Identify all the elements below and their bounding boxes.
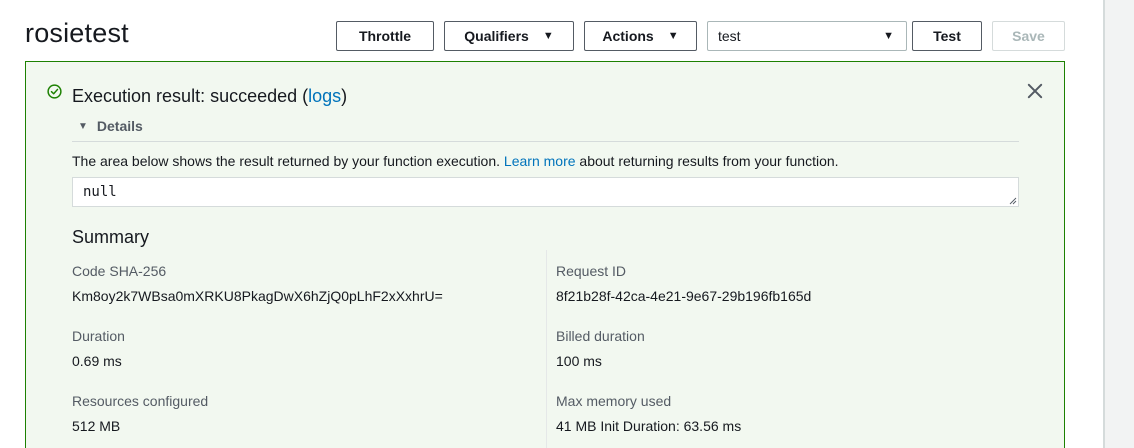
qualifiers-button[interactable]: Qualifiers ▼ — [444, 21, 574, 51]
billed-duration-value: 100 ms — [556, 353, 602, 369]
throttle-button[interactable]: Throttle — [336, 21, 434, 51]
description-text: The area below shows the result returned… — [72, 153, 501, 169]
caret-down-icon: ▼ — [78, 120, 88, 132]
test-event-selected-value: test — [718, 28, 741, 44]
code-sha-value: Km8oy2k7WBsa0mXRKU8PkagDwX6hZjQ0pLhF2xXx… — [72, 288, 443, 304]
check-circle-icon — [47, 84, 62, 99]
panel-border — [1103, 0, 1105, 448]
column-divider — [546, 250, 547, 448]
resources-configured-value: 512 MB — [72, 418, 121, 434]
description-suffix: about returning results from your functi… — [579, 153, 839, 169]
resize-handle-icon[interactable] — [1009, 197, 1017, 205]
max-memory-value: 41 MB Init Duration: 63.56 ms — [556, 418, 742, 434]
page-title: rosietest — [25, 18, 129, 48]
result-heading-suffix: ) — [341, 86, 348, 106]
close-icon[interactable] — [1026, 82, 1044, 100]
qualifiers-button-label: Qualifiers — [464, 28, 529, 44]
save-button[interactable]: Save — [992, 21, 1065, 51]
chevron-down-icon: ▼ — [667, 30, 679, 42]
result-status-text: Execution result: succeeded ( — [72, 86, 309, 106]
chevron-down-icon: ▼ — [883, 30, 894, 42]
page: rosietest Throttle Qualifiers ▼ Actions … — [0, 0, 1134, 448]
details-toggle[interactable]: ▼ Details — [78, 118, 143, 134]
result-output-textarea[interactable]: null — [72, 177, 1019, 207]
save-button-label: Save — [1012, 28, 1045, 44]
divider — [72, 141, 1019, 142]
code-sha-label: Code SHA-256 — [72, 263, 167, 279]
throttle-button-label: Throttle — [358, 28, 412, 44]
details-label: Details — [96, 118, 143, 134]
execution-result-heading: Execution result: succeeded (logs) — [72, 86, 347, 107]
chevron-down-icon: ▼ — [542, 30, 554, 42]
execution-result-panel: Execution result: succeeded (logs) ▼ Det… — [25, 61, 1065, 448]
test-button[interactable]: Test — [912, 21, 982, 51]
request-id-value: 8f21b28f-42ca-4e21-9e67-29b196fb165d — [556, 288, 812, 304]
resources-configured-label: Resources configured — [72, 393, 209, 409]
request-id-label: Request ID — [556, 263, 627, 279]
result-output-value: null — [83, 184, 117, 200]
learn-more-link[interactable]: Learn more — [504, 153, 576, 169]
function-canvas: rosietest Throttle Qualifiers ▼ Actions … — [0, 0, 1103, 448]
result-description: The area below shows the result returned… — [72, 153, 839, 169]
test-button-label: Test — [933, 28, 961, 44]
actions-button-label: Actions — [602, 28, 654, 44]
logs-link[interactable]: logs — [308, 86, 341, 106]
test-event-select[interactable]: test ▼ — [707, 21, 907, 51]
duration-label: Duration — [72, 328, 125, 344]
duration-value: 0.69 ms — [72, 353, 122, 369]
billed-duration-label: Billed duration — [556, 328, 645, 344]
actions-button[interactable]: Actions ▼ — [584, 21, 697, 51]
summary-title: Summary — [72, 227, 150, 247]
max-memory-label: Max memory used — [556, 393, 672, 409]
